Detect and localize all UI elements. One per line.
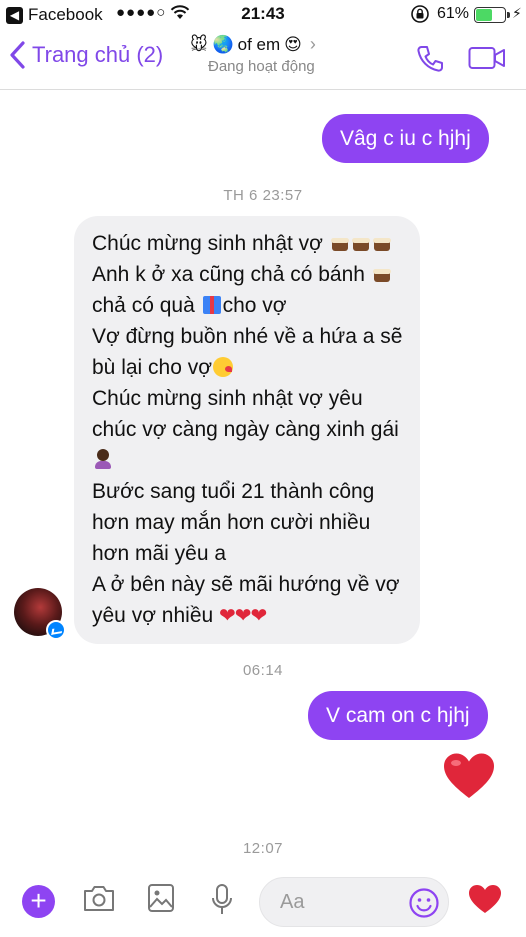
emoji-smile-icon[interactable] bbox=[408, 887, 440, 924]
message-line: bù lại cho vợ bbox=[92, 352, 402, 383]
cake-icon bbox=[372, 234, 392, 252]
rotation-lock-icon bbox=[410, 4, 430, 29]
cake-icon bbox=[330, 234, 350, 252]
message-line: yêu vợ nhiều ❤❤❤ bbox=[92, 600, 402, 632]
cake-icon bbox=[351, 234, 371, 252]
message-line: Bước sang tuổi 21 thành công bbox=[92, 480, 375, 503]
message-line: hơn mãi yêu a bbox=[92, 542, 227, 565]
incoming-message-1[interactable]: Chúc mừng sinh nhật vợ Anh k ở xa cũng c… bbox=[74, 216, 421, 644]
image-gallery-icon[interactable] bbox=[147, 883, 175, 918]
battery-percent: 61% bbox=[437, 5, 470, 22]
message-line: A ở bên này sẽ mãi hướng về vợ bbox=[92, 573, 400, 596]
plus-button[interactable]: + bbox=[22, 885, 55, 918]
chevron-left-icon bbox=[10, 41, 25, 69]
microphone-icon[interactable] bbox=[210, 883, 234, 922]
conversation-title: 🐭 🌏 of em 😍 › bbox=[190, 34, 370, 55]
battery-fill bbox=[476, 9, 493, 21]
message-line: Chúc mừng sinh nhật vợ bbox=[92, 228, 402, 259]
back-button[interactable]: Trang chủ (2) bbox=[8, 40, 163, 70]
battery-icon bbox=[474, 7, 506, 23]
cake-icon bbox=[372, 265, 392, 283]
outgoing-message-1[interactable]: Vâg c iu c hjhj bbox=[322, 114, 489, 163]
message-line: Vợ đừng buồn nhé về a hứa a sẽ bbox=[92, 325, 403, 348]
messenger-screen: ◀ Facebook ●●●●○ 21:43 61% ⚡ Trang chủ (… bbox=[0, 0, 526, 937]
hearts-emoji: ❤❤❤ bbox=[219, 605, 267, 627]
video-call-icon[interactable] bbox=[468, 46, 506, 75]
message-line-text: cho vợ bbox=[222, 294, 287, 317]
timestamp-3: 12:07 bbox=[242, 840, 284, 857]
message-placeholder: Aa bbox=[280, 891, 305, 913]
heart-send-icon[interactable] bbox=[468, 884, 502, 919]
message-line-text: bù lại cho vợ bbox=[92, 356, 213, 379]
heart-sticker-icon[interactable] bbox=[442, 752, 496, 805]
message-line bbox=[92, 445, 402, 476]
active-status: Đang hoạt động bbox=[208, 58, 315, 75]
chevron-right-icon: › bbox=[309, 34, 316, 54]
message-line-text: yêu vợ nhiều bbox=[92, 604, 214, 627]
charging-icon: ⚡ bbox=[512, 5, 522, 21]
message-input[interactable]: Aa bbox=[259, 877, 449, 927]
title-emoji-end: 😍 bbox=[284, 34, 302, 54]
message-composer: + Aa bbox=[0, 866, 526, 937]
title-emoji: 🐭 🌏 bbox=[190, 34, 234, 54]
conversation-title-area[interactable]: 🐭 🌏 of em 😍 › Đang hoạt động bbox=[190, 34, 370, 75]
outgoing-message-2[interactable]: V cam on c hjhj bbox=[308, 691, 488, 740]
timestamp-1: TH 6 23:57 bbox=[223, 187, 303, 204]
phone-call-icon[interactable] bbox=[414, 43, 446, 80]
battery-tip bbox=[507, 12, 510, 18]
messenger-badge-icon bbox=[46, 620, 66, 640]
status-bar: ◀ Facebook ●●●●○ 21:43 61% ⚡ bbox=[0, 0, 526, 28]
message-line: hơn may mắn hơn cười nhiều bbox=[92, 511, 371, 534]
message-line-text: Chúc mừng sinh nhật vợ bbox=[92, 232, 323, 255]
message-line: chúc vợ càng ngày càng xinh gái bbox=[92, 418, 399, 441]
kiss-face-icon bbox=[213, 357, 234, 377]
message-line: Chúc mừng sinh nhật vợ yêu bbox=[92, 387, 363, 410]
message-line-text: Anh k ở xa cũng chả có bánh bbox=[92, 263, 365, 286]
person-gesture-icon bbox=[92, 448, 114, 470]
message-line: chả có quà cho vợ bbox=[92, 290, 402, 321]
camera-icon[interactable] bbox=[82, 883, 116, 918]
title-text: of em bbox=[237, 34, 281, 54]
conversation-header: Trang chủ (2) 🐭 🌏 of em 😍 › Đang hoạt độ… bbox=[0, 28, 526, 90]
message-line-text: chả có quà bbox=[92, 294, 195, 317]
gift-icon bbox=[202, 296, 221, 314]
timestamp-2: 06:14 bbox=[242, 662, 284, 679]
message-line: Anh k ở xa cũng chả có bánh bbox=[92, 259, 402, 290]
avatar[interactable] bbox=[14, 588, 66, 640]
back-label: Trang chủ (2) bbox=[32, 42, 164, 67]
